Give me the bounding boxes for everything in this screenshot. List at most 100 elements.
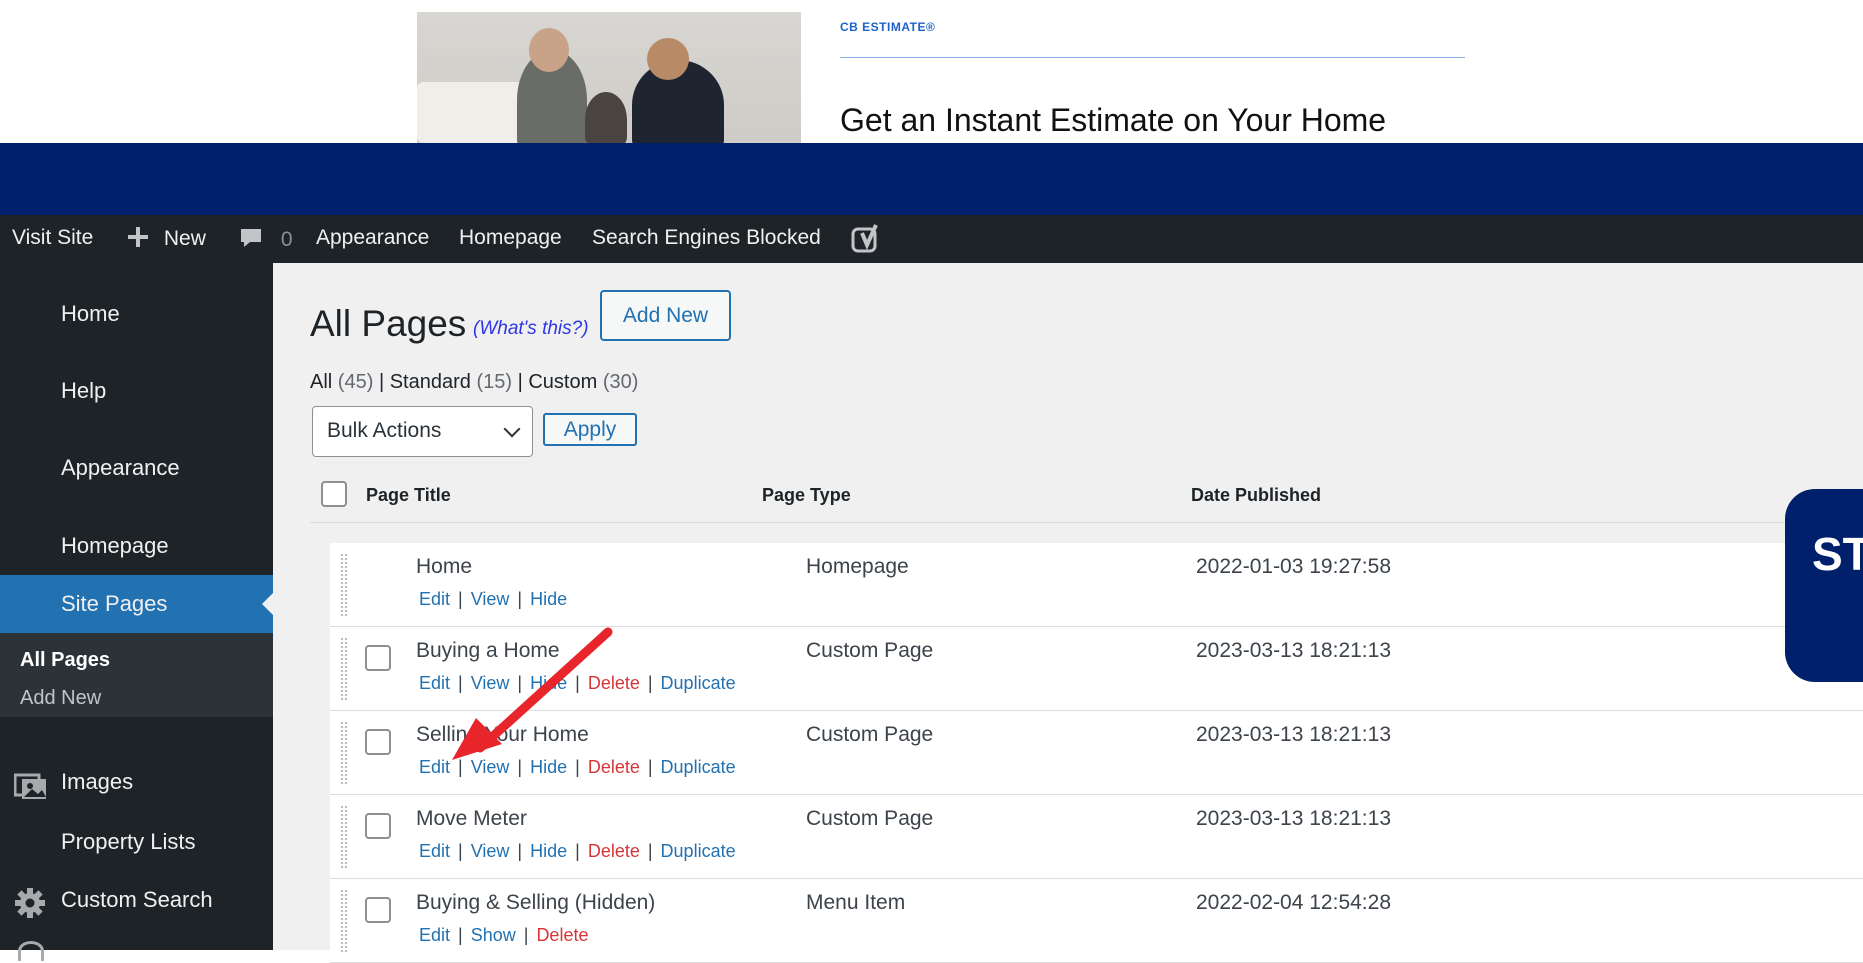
promo-photo bbox=[417, 12, 801, 143]
annotation-arrow-icon bbox=[452, 627, 613, 760]
add-new-button[interactable]: Add New bbox=[600, 290, 731, 341]
row-actions: Edit | Show | Delete bbox=[419, 925, 589, 945]
person-right-head bbox=[647, 38, 689, 80]
delete-link[interactable]: Delete bbox=[536, 925, 588, 945]
sidebar-item-images[interactable]: Images bbox=[61, 769, 133, 795]
delete-link[interactable]: Delete bbox=[588, 841, 640, 861]
filter-all[interactable]: All (45) bbox=[310, 371, 373, 393]
person-left-head bbox=[529, 28, 569, 72]
sofa-shape bbox=[417, 82, 527, 143]
table-header: Page Title Page Type Date Published bbox=[310, 468, 1863, 523]
admin-sidebar: Home Help Appearance Homepage Site Pages… bbox=[0, 263, 273, 961]
filter-standard[interactable]: Standard (15) bbox=[390, 371, 512, 393]
row-date: 2023-03-13 18:21:13 bbox=[1196, 723, 1391, 746]
row-date: 2022-01-03 19:27:58 bbox=[1196, 555, 1391, 578]
sidebar-submenu: All Pages Add New bbox=[0, 633, 273, 717]
step-callout bbox=[1785, 489, 1863, 682]
promo-banner: CB ESTIMATE® Get an Instant Estimate on … bbox=[0, 0, 1863, 143]
plus-icon bbox=[128, 227, 148, 247]
view-link[interactable]: View bbox=[471, 589, 510, 609]
table-row: Home Edit | View | Hide Homepage 2022-01-03 … bbox=[330, 543, 1863, 627]
promo-eyebrow: CB ESTIMATE® bbox=[840, 20, 936, 34]
edit-link[interactable]: Edit bbox=[419, 841, 450, 861]
homepage-link[interactable]: Homepage bbox=[459, 226, 562, 250]
row-actions: Edit | View | Hide bbox=[419, 589, 568, 609]
page-filters: All (45) | Standard (15) | Custom (30) bbox=[310, 371, 639, 393]
partial-menu-icon bbox=[18, 941, 44, 961]
row-date: 2023-03-13 18:21:13 bbox=[1196, 639, 1391, 662]
comments-count: 0 bbox=[280, 228, 293, 251]
drag-handle[interactable] bbox=[340, 805, 348, 869]
row-page-type: Custom Page bbox=[806, 639, 934, 662]
column-date-published[interactable]: Date Published bbox=[1191, 485, 1321, 506]
new-content-button[interactable]: New bbox=[126, 225, 206, 251]
sidebar-item-appearance[interactable]: Appearance bbox=[61, 455, 180, 481]
table-row: Move Meter Edit | View | Hide | Delete | Duplica… bbox=[330, 795, 1863, 879]
drag-handle[interactable] bbox=[340, 889, 348, 953]
row-title[interactable]: Move Meter bbox=[416, 807, 527, 831]
row-date: 2023-03-13 18:21:13 bbox=[1196, 807, 1391, 830]
main-content: All Pages (What's this?) Add New All (45… bbox=[273, 263, 1863, 963]
drag-handle[interactable] bbox=[340, 637, 348, 701]
sidebar-item-homepage[interactable]: Homepage bbox=[61, 533, 169, 559]
hide-link[interactable]: Hide bbox=[530, 589, 567, 609]
visit-site-link[interactable]: Visit Site bbox=[12, 226, 93, 250]
duplicate-link[interactable]: Duplicate bbox=[661, 673, 736, 693]
promo-divider bbox=[840, 57, 1465, 58]
comments-link[interactable]: 0 bbox=[239, 226, 293, 252]
active-indicator-arrow bbox=[262, 593, 273, 615]
edit-link[interactable]: Edit bbox=[419, 589, 450, 609]
hide-link[interactable]: Hide bbox=[530, 841, 567, 861]
promo-headline[interactable]: Get an Instant Estimate on Your Home bbox=[840, 102, 1386, 139]
submenu-all-pages[interactable]: All Pages bbox=[20, 649, 110, 672]
images-icon bbox=[13, 771, 48, 806]
row-page-type: Homepage bbox=[806, 555, 909, 578]
duplicate-link[interactable]: Duplicate bbox=[661, 757, 736, 777]
row-checkbox[interactable] bbox=[365, 645, 391, 671]
row-date: 2022-02-04 12:54:28 bbox=[1196, 891, 1391, 914]
row-actions: Edit|View|Hide|Delete|Duplicate bbox=[419, 841, 736, 861]
dog bbox=[585, 92, 627, 143]
row-page-type: Custom Page bbox=[806, 807, 934, 830]
row-checkbox[interactable] bbox=[365, 729, 391, 755]
column-page-type[interactable]: Page Type bbox=[762, 485, 851, 506]
yoast-icon[interactable] bbox=[850, 223, 882, 261]
edit-link[interactable]: Edit bbox=[419, 925, 450, 945]
admin-bar: Visit Site New 0 Appearance Homepage Sea… bbox=[0, 215, 1863, 263]
filter-custom[interactable]: Custom (30) bbox=[528, 371, 638, 393]
column-page-title[interactable]: Page Title bbox=[366, 485, 451, 506]
show-link[interactable]: Show bbox=[471, 925, 516, 945]
new-label: New bbox=[163, 227, 206, 250]
gear-icon bbox=[14, 887, 46, 924]
whats-this-link[interactable]: (What's this?) bbox=[473, 318, 589, 340]
row-title[interactable]: Buying & Selling (Hidden) bbox=[416, 891, 655, 915]
appearance-link[interactable]: Appearance bbox=[316, 226, 429, 250]
row-page-type: Menu Item bbox=[806, 891, 906, 914]
sidebar-item-site-pages-label: Site Pages bbox=[61, 591, 168, 616]
row-checkbox[interactable] bbox=[365, 813, 391, 839]
search-engines-blocked-link[interactable]: Search Engines Blocked bbox=[592, 226, 821, 250]
drag-handle[interactable] bbox=[340, 553, 348, 617]
step-callout-text: ST bbox=[1812, 528, 1863, 580]
row-checkbox[interactable] bbox=[365, 897, 391, 923]
apply-button[interactable]: Apply bbox=[543, 413, 637, 446]
duplicate-link[interactable]: Duplicate bbox=[661, 841, 736, 861]
bulk-actions-select[interactable]: Bulk Actions bbox=[312, 406, 533, 457]
chevron-down-icon bbox=[503, 420, 521, 438]
bulk-actions-value: Bulk Actions bbox=[327, 419, 442, 442]
drag-handle[interactable] bbox=[340, 721, 348, 785]
row-title[interactable]: Home bbox=[416, 555, 472, 579]
view-link[interactable]: View bbox=[471, 841, 510, 861]
sidebar-item-site-pages[interactable]: Site Pages bbox=[0, 575, 273, 633]
table-row: Buying & Selling (Hidden) Edit | Show | Dele… bbox=[330, 879, 1863, 963]
sidebar-item-help[interactable]: Help bbox=[61, 378, 106, 404]
sidebar-item-home[interactable]: Home bbox=[61, 301, 120, 327]
navy-band bbox=[0, 143, 1863, 215]
select-all-checkbox[interactable] bbox=[321, 481, 347, 507]
sidebar-item-custom-search[interactable]: Custom Search bbox=[61, 887, 213, 913]
row-page-type: Custom Page bbox=[806, 723, 934, 746]
page-title: All Pages bbox=[310, 303, 467, 344]
sidebar-item-property-lists[interactable]: Property Lists bbox=[61, 829, 196, 855]
submenu-add-new[interactable]: Add New bbox=[20, 687, 101, 710]
comment-bubble-icon bbox=[241, 229, 261, 247]
